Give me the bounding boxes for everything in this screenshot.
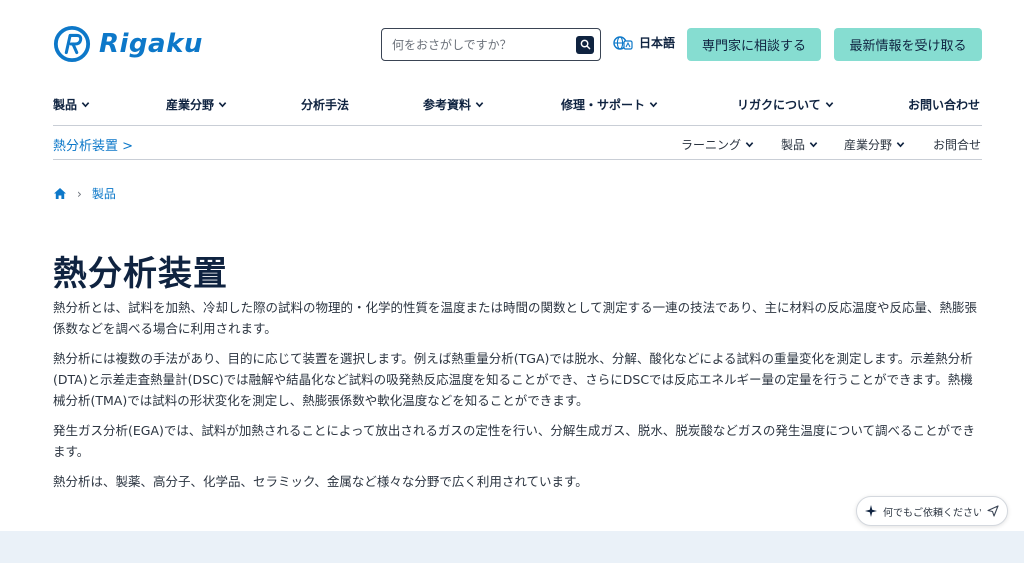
language-selector[interactable]: 日本語: [613, 34, 675, 51]
send-icon[interactable]: [987, 505, 999, 517]
site-header: Rigaku 日本語 専門家に相談する 最新情報を受け取る: [0, 0, 1024, 90]
chevron-down-icon: [896, 142, 905, 148]
description-paragraph: 熱分析は、製薬、高分子、化学品、セラミック、金属など様々な分野で広く利用されてい…: [53, 474, 588, 489]
sparkle-icon: [865, 505, 877, 517]
globe-translate-icon: [613, 35, 633, 50]
nav-label: 参考資料: [423, 98, 472, 112]
home-icon[interactable]: [53, 187, 67, 200]
search-input[interactable]: [392, 37, 576, 52]
subnav-item-products[interactable]: 製品: [781, 136, 818, 153]
nav-label: 分析手法: [301, 98, 350, 112]
nav-item-resources[interactable]: 参考資料: [423, 96, 484, 113]
description-paragraph: 熱分析には複数の手法があり、目的に応じて装置を選択します。例えば熱重量分析(TG…: [53, 351, 973, 408]
nav-item-industries[interactable]: 産業分野: [166, 96, 227, 113]
logo-wordmark: Rigaku: [99, 29, 203, 59]
chevron-down-icon: [825, 102, 833, 108]
nav-item-support[interactable]: 修理・サポート: [561, 96, 658, 113]
nav-label: お問い合わせ: [908, 98, 981, 112]
search-box[interactable]: [381, 28, 601, 61]
nav-label: リガクについて: [737, 98, 821, 112]
subnav-label: ラーニング: [681, 138, 742, 152]
nav-label: 製品: [53, 98, 78, 112]
get-news-button[interactable]: 最新情報を受け取る: [834, 28, 982, 61]
language-label: 日本語: [639, 36, 676, 50]
nav-label: 修理・サポート: [561, 98, 646, 112]
chevron-down-icon: [745, 142, 754, 148]
chevron-down-icon: [649, 102, 658, 108]
description-paragraph: 熱分析とは、試料を加熱、冷却した際の試料の物理的・化学的性質を温度または時間の関…: [53, 300, 978, 336]
breadcrumb: › 製品: [53, 185, 116, 202]
subnav-label: 製品: [781, 138, 806, 152]
nav-item-techniques[interactable]: 分析手法: [301, 96, 349, 113]
chevron-down-icon: [81, 102, 90, 108]
sub-nav: 熱分析装置 > ラーニング 製品 産業分野 お問合せ: [53, 126, 982, 160]
nav-item-contact[interactable]: お問い合わせ: [908, 96, 980, 113]
subnav-section-link[interactable]: 熱分析装置 >: [53, 135, 133, 154]
search-button[interactable]: [576, 35, 594, 54]
consult-expert-button[interactable]: 専門家に相談する: [687, 28, 821, 61]
footer-band: [0, 531, 1024, 563]
chevron-down-icon: [475, 102, 484, 108]
page-title: 熱分析装置: [53, 254, 228, 294]
rigaku-logo-mark-icon: [53, 25, 91, 63]
subnav-item-learning[interactable]: ラーニング: [681, 136, 754, 153]
nav-label: 産業分野: [166, 98, 215, 112]
breadcrumb-current[interactable]: 製品: [92, 185, 116, 202]
chat-input-placeholder[interactable]: 何でもご依頼ください...: [883, 504, 981, 519]
chevron-down-icon: [809, 142, 818, 148]
subnav-label: 産業分野: [844, 138, 893, 152]
subnav-label: お問合せ: [933, 138, 982, 152]
nav-item-about[interactable]: リガクについて: [737, 96, 834, 113]
main-nav: 製品 産業分野 分析手法 参考資料 修理・サポート リガクについて お問い合わせ: [53, 92, 982, 126]
page-description: 熱分析とは、試料を加熱、冷却した際の試料の物理的・化学的性質を温度または時間の関…: [53, 297, 981, 501]
nav-item-products[interactable]: 製品: [53, 96, 90, 113]
subnav-item-contact[interactable]: お問合せ: [933, 136, 981, 153]
chat-widget[interactable]: 何でもご依頼ください...: [856, 496, 1008, 526]
rigaku-logo[interactable]: Rigaku: [53, 24, 203, 64]
chevron-right-icon: ›: [77, 186, 82, 201]
chevron-down-icon: [218, 102, 227, 108]
search-icon: [580, 39, 590, 50]
description-paragraph: 発生ガス分析(EGA)では、試料が加熱されることによって放出されるガスの定性を行…: [53, 423, 976, 459]
subnav-item-industries[interactable]: 産業分野: [844, 136, 905, 153]
